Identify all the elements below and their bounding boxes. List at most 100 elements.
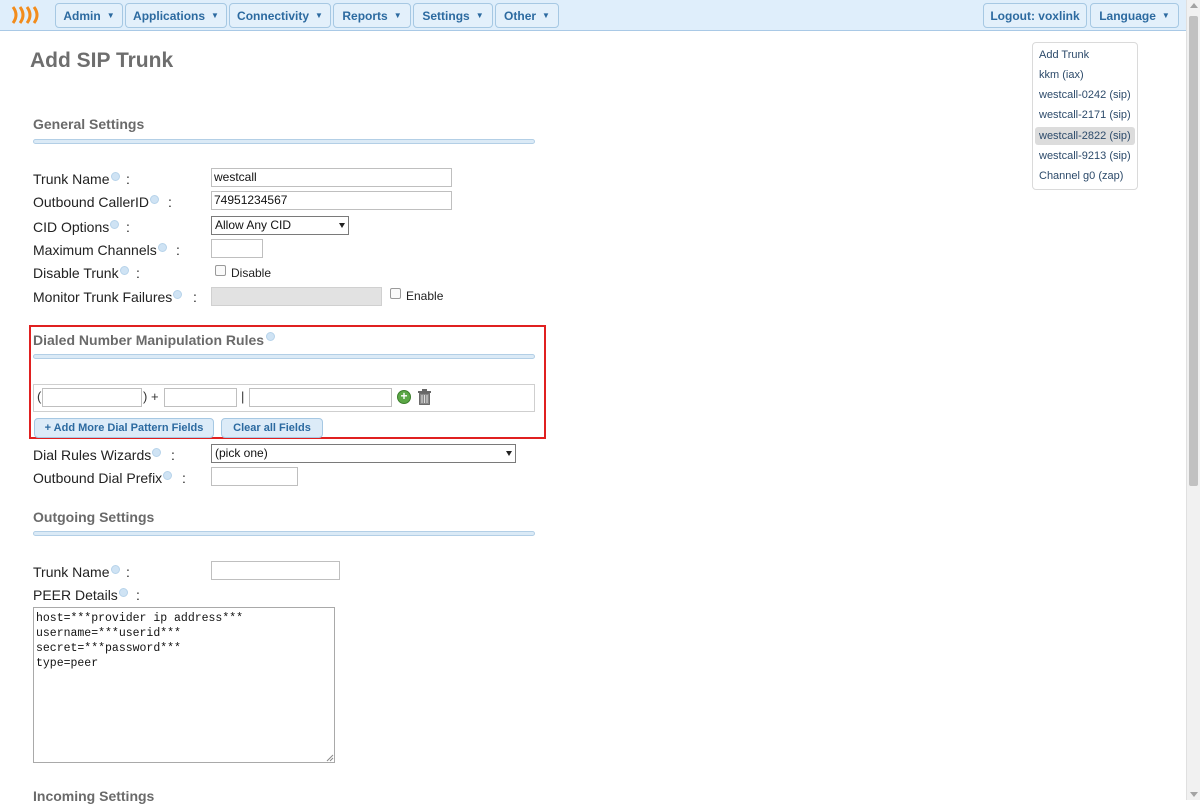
monitor-enable-checkbox[interactable] <box>390 288 401 299</box>
dial-rules-heading-text: Dialed Number Manipulation Rules <box>33 332 265 348</box>
colon: : <box>193 289 197 305</box>
trunk-list-item[interactable]: kkm (iax) <box>1035 66 1135 84</box>
trunk-list-item[interactable]: Channel g0 (zap) <box>1035 167 1135 185</box>
chevron-down-icon: ▼ <box>475 11 484 20</box>
colon: : <box>136 265 140 281</box>
disable-trunk-checkbox[interactable] <box>215 265 226 276</box>
add-more-dial-pattern-button[interactable]: + Add More Dial Pattern Fields <box>34 418 214 438</box>
trunk-name-label: Trunk Name <box>33 171 120 187</box>
help-icon[interactable] <box>110 172 120 181</box>
nav-applications-label: Applications <box>133 8 206 23</box>
cid-options-select[interactable]: Allow Any CID <box>211 216 349 235</box>
max-channels-label-text: Maximum Channels <box>33 242 157 258</box>
outgoing-trunk-name-label: Trunk Name <box>33 564 120 580</box>
vertical-scrollbar[interactable] <box>1186 0 1200 800</box>
monitor-failures-input <box>211 287 382 306</box>
freepbx-logo[interactable] <box>11 5 43 25</box>
help-icon[interactable] <box>163 471 173 480</box>
help-icon[interactable] <box>149 195 159 204</box>
dial-rules-wizards-value: (pick one) <box>215 446 268 460</box>
trunk-name-label-text: Trunk Name <box>33 171 110 187</box>
disable-trunk-label: Disable Trunk <box>33 265 129 281</box>
section-divider <box>33 354 535 359</box>
close-paren-plus: ) + <box>143 389 159 404</box>
help-icon[interactable] <box>157 243 167 252</box>
dial-rules-wizards-label: Dial Rules Wizards <box>33 447 162 463</box>
add-row-icon[interactable]: + <box>397 390 411 404</box>
help-icon[interactable] <box>118 588 128 597</box>
nav-applications[interactable]: Applications ▼ <box>125 3 227 28</box>
nav-settings-label: Settings <box>422 8 470 23</box>
prefix-input[interactable] <box>164 388 237 407</box>
colon: : <box>126 171 130 187</box>
scrollbar-thumb[interactable] <box>1189 16 1198 486</box>
trunk-name-input[interactable]: westcall <box>211 168 452 187</box>
outbound-dial-prefix-label: Outbound Dial Prefix <box>33 470 173 486</box>
trunk-list-item[interactable]: westcall-9213 (sip) <box>1035 147 1135 165</box>
trash-icon[interactable] <box>418 389 431 405</box>
nav-connectivity-label: Connectivity <box>237 8 310 23</box>
nav-admin[interactable]: Admin ▼ <box>55 3 123 28</box>
help-icon[interactable] <box>266 332 276 341</box>
colon: : <box>171 447 175 463</box>
scroll-down-icon[interactable] <box>1190 792 1198 797</box>
peer-details-label-text: PEER Details <box>33 587 118 603</box>
chevron-down-icon <box>506 451 512 456</box>
section-divider <box>33 531 535 536</box>
top-nav-bar: Admin ▼ Applications ▼ Connectivity ▼ Repor… <box>0 0 1186 31</box>
help-icon[interactable] <box>119 266 129 275</box>
outbound-callerid-input[interactable]: 74951234567 <box>211 191 452 210</box>
dial-rules-wizards-label-text: Dial Rules Wizards <box>33 447 152 463</box>
colon: : <box>126 564 130 580</box>
enable-checkbox-label: Enable <box>406 289 444 303</box>
outbound-dial-prefix-label-text: Outbound Dial Prefix <box>33 470 163 486</box>
trunk-list-item-active[interactable]: westcall-2822 (sip) <box>1035 127 1135 145</box>
max-channels-label: Maximum Channels <box>33 242 167 258</box>
colon: : <box>182 470 186 486</box>
resize-grip-icon[interactable] <box>325 753 334 762</box>
nav-reports[interactable]: Reports ▼ <box>333 3 411 28</box>
prepend-input[interactable] <box>42 388 142 407</box>
logout-label: Logout: voxlink <box>990 8 1080 23</box>
cid-options-value: Allow Any CID <box>215 218 292 232</box>
trunk-list-item-add-trunk[interactable]: Add Trunk <box>1035 46 1135 64</box>
max-channels-input[interactable] <box>211 239 263 258</box>
nav-settings[interactable]: Settings ▼ <box>413 3 493 28</box>
logout-button[interactable]: Logout: voxlink <box>983 3 1087 28</box>
scroll-up-icon[interactable] <box>1190 3 1198 8</box>
nav-connectivity[interactable]: Connectivity ▼ <box>229 3 331 28</box>
peer-details-textarea[interactable] <box>33 607 335 763</box>
outgoing-settings-heading: Outgoing Settings <box>33 509 155 525</box>
outbound-dial-prefix-input[interactable] <box>211 467 298 486</box>
cid-options-label-text: CID Options <box>33 219 110 235</box>
cid-options-label: CID Options <box>33 219 120 235</box>
dial-rules-wizards-select[interactable]: (pick one) <box>211 444 516 463</box>
nav-language[interactable]: Language ▼ <box>1090 3 1179 28</box>
open-paren: ( <box>37 389 42 404</box>
nav-other[interactable]: Other ▼ <box>495 3 559 28</box>
general-settings-heading: General Settings <box>33 116 145 132</box>
colon: : <box>176 242 180 258</box>
help-icon[interactable] <box>173 290 183 299</box>
help-icon[interactable] <box>110 565 120 574</box>
match-pattern-input[interactable] <box>249 388 392 407</box>
disable-trunk-label-text: Disable Trunk <box>33 265 119 281</box>
outgoing-trunk-name-input[interactable] <box>211 561 340 580</box>
colon: : <box>168 194 172 210</box>
chevron-down-icon: ▼ <box>106 11 115 20</box>
help-icon[interactable] <box>152 448 162 457</box>
nav-reports-label: Reports <box>342 8 388 23</box>
chevron-down-icon: ▼ <box>315 11 323 20</box>
pipe-separator: | <box>241 389 245 404</box>
outgoing-trunk-name-label-text: Trunk Name <box>33 564 110 580</box>
monitor-failures-label: Monitor Trunk Failures <box>33 289 183 305</box>
trunk-list-item[interactable]: westcall-2171 (sip) <box>1035 106 1135 124</box>
colon: : <box>136 587 140 603</box>
disable-checkbox-label: Disable <box>231 266 272 280</box>
clear-all-fields-button[interactable]: Clear all Fields <box>221 418 323 438</box>
outbound-callerid-label: Outbound CallerID <box>33 194 159 210</box>
help-icon[interactable] <box>110 220 120 229</box>
page-title: Add SIP Trunk <box>30 49 174 72</box>
trunk-list: Add Trunk kkm (iax) westcall-0242 (sip) … <box>1032 42 1138 190</box>
trunk-list-item[interactable]: westcall-0242 (sip) <box>1035 86 1135 104</box>
